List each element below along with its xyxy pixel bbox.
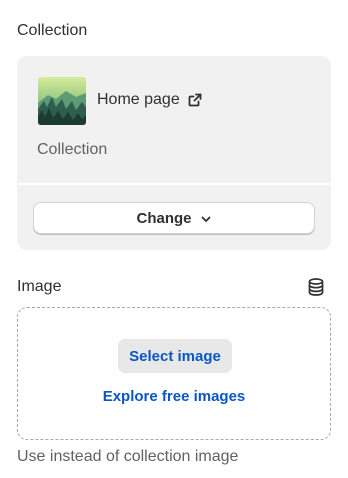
collection-title[interactable]: Home page: [97, 91, 202, 109]
database-icon[interactable]: [306, 277, 326, 297]
image-dropzone[interactable]: Select image Explore free images: [17, 307, 331, 440]
select-image-button[interactable]: Select image: [118, 339, 232, 373]
collection-section-label: Collection: [17, 22, 88, 39]
collection-thumbnail: [38, 77, 86, 125]
collection-title-text[interactable]: Home page: [97, 91, 180, 109]
change-button-label: Change: [136, 209, 192, 227]
explore-free-images-link[interactable]: Explore free images: [18, 388, 330, 405]
image-helper-text: Use instead of collection image: [17, 448, 239, 465]
image-section-label: Image: [17, 278, 62, 295]
chevron-down-icon: [200, 212, 212, 224]
collection-card: Home page Collection Change: [17, 56, 331, 250]
card-divider: [17, 183, 331, 185]
external-link-icon[interactable]: [188, 93, 202, 107]
collection-subtitle: Collection: [37, 141, 108, 158]
collection-card-info: Home page Collection: [17, 56, 331, 183]
change-button[interactable]: Change: [33, 202, 315, 234]
